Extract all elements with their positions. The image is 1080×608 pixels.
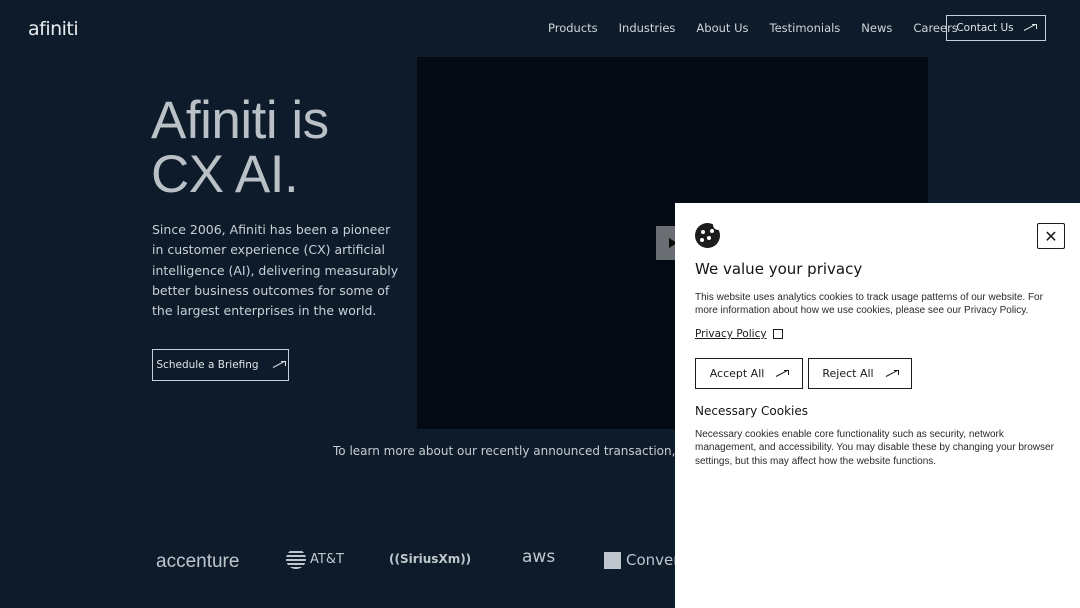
cookie-chip-dot [707,236,711,240]
necessary-cookies-title: Necessary Cookies [695,404,809,418]
siriusxm-logo: ((SiriusXm)) [389,552,472,566]
cookie-consent-panel: ✕ We value your privacy This website use… [675,203,1080,608]
necessary-cookies-description: Necessary cookies enable core functional… [695,429,1054,467]
cookie-title: We value your privacy [695,260,863,278]
arrow-up-right-icon [273,361,286,369]
accept-all-label: Accept All [709,367,765,380]
nav-about-us[interactable]: About Us [696,21,748,35]
hero-title: Afiniti is CX AI. [151,94,329,202]
cookie-chip-dot [700,238,704,242]
schedule-briefing-label: Schedule a Briefing [156,359,259,371]
hero-title-line1: Afiniti is [151,91,329,150]
nav-news[interactable]: News [861,21,892,35]
nav-products[interactable]: Products [548,21,598,35]
att-logo: AT&T [286,549,344,569]
contact-us-label: Contact Us [956,22,1014,34]
nav-industries[interactable]: Industries [619,21,676,35]
privacy-policy-link[interactable]: Privacy Policy [695,328,783,340]
privacy-policy-label: Privacy Policy [695,328,767,340]
att-globe-icon [286,549,306,569]
arrow-up-right-icon [886,369,899,378]
transaction-text: To learn more about our recently announc… [333,444,719,458]
close-icon: ✕ [1044,226,1058,246]
reject-all-label: Reject All [822,367,874,380]
close-button[interactable]: ✕ [1037,223,1065,249]
conversant-logo-text: Conver [626,551,680,569]
cookie-chip-dot [710,229,714,233]
cookie-description: This website uses analytics cookies to t… [695,292,1043,317]
conversant-square-icon [604,551,621,569]
accenture-logo: accenture [156,551,240,572]
contact-us-button[interactable]: Contact Us [946,15,1046,41]
schedule-briefing-button[interactable]: Schedule a Briefing [152,349,289,381]
cookie-chip-dot [701,230,705,234]
nav-testimonials[interactable]: Testimonials [770,21,841,35]
att-logo-text: AT&T [310,551,344,567]
accept-all-button[interactable]: Accept All [695,358,803,389]
hero-description: Since 2006, Afiniti has been a pioneer i… [152,222,399,319]
aws-logo: aws [522,547,556,567]
hero-title-line2: CX AI. [151,145,299,204]
main-nav: Products Industries About Us Testimonial… [548,21,958,35]
reject-all-button[interactable]: Reject All [808,358,912,389]
conversant-logo: Conver [604,551,679,569]
arrow-up-right-icon [1024,24,1037,32]
arrow-up-right-icon [776,369,790,378]
afiniti-logo[interactable]: afiniti [28,18,79,40]
external-link-icon [772,329,783,339]
cookie-icon [695,220,723,248]
